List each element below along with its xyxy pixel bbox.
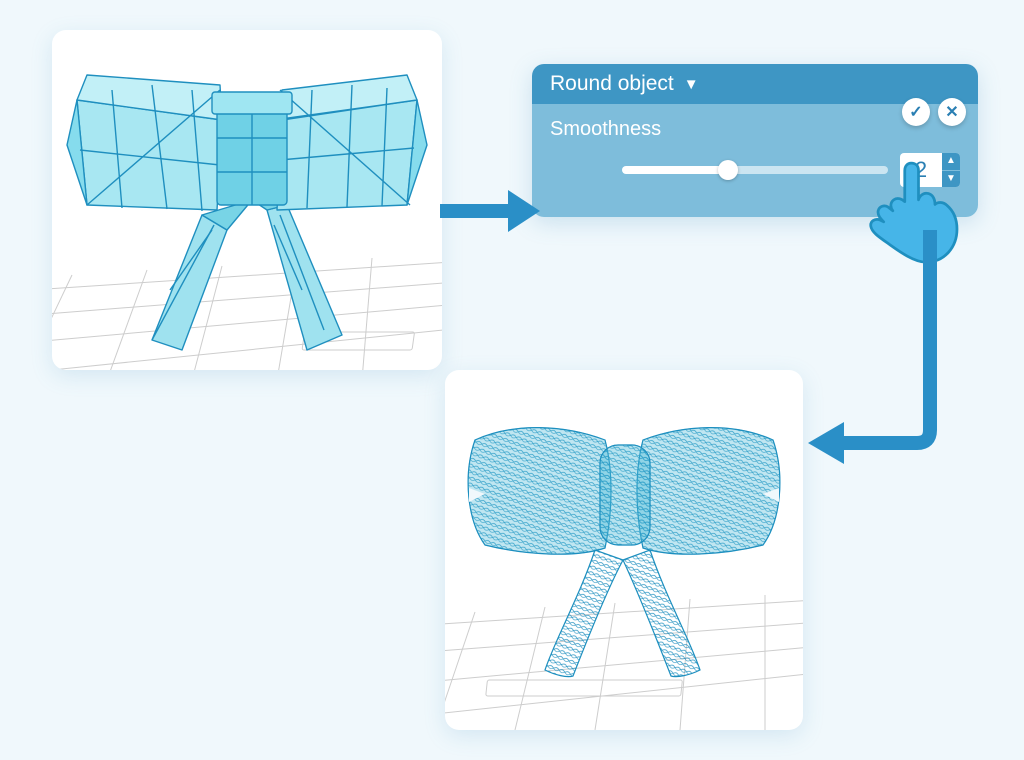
viewport-before: [52, 30, 442, 370]
stepper-down-icon[interactable]: ▼: [942, 171, 960, 188]
panel-body: ✓ ✕ Smoothness 2 ▲ ▼: [532, 104, 978, 217]
slider-track-filled: [622, 166, 728, 174]
round-object-panel: Round object ▼ ✓ ✕ Smoothness 2 ▲ ▼: [532, 64, 978, 217]
cancel-button[interactable]: ✕: [938, 98, 966, 126]
lowpoly-bow-illustration: [52, 30, 442, 370]
flow-arrow-to-result: [800, 230, 970, 480]
smooth-bow-illustration: [445, 370, 803, 730]
smoothness-slider[interactable]: [622, 160, 888, 180]
smoothness-label: Smoothness: [550, 118, 960, 141]
stepper-arrows: ▲ ▼: [942, 153, 960, 187]
smoothness-value: 2: [900, 153, 942, 187]
viewport-after: [445, 370, 803, 730]
check-icon: ✓: [909, 102, 922, 122]
slider-thumb[interactable]: [718, 160, 738, 180]
confirm-button[interactable]: ✓: [902, 98, 930, 126]
smoothness-stepper[interactable]: 2 ▲ ▼: [900, 153, 960, 187]
close-icon: ✕: [945, 102, 958, 122]
stepper-up-icon[interactable]: ▲: [942, 153, 960, 171]
slider-track-empty: [728, 166, 888, 174]
flow-arrow-to-panel: [440, 180, 540, 240]
panel-title: Round object: [550, 72, 674, 96]
dropdown-triangle-icon: ▼: [684, 76, 699, 93]
